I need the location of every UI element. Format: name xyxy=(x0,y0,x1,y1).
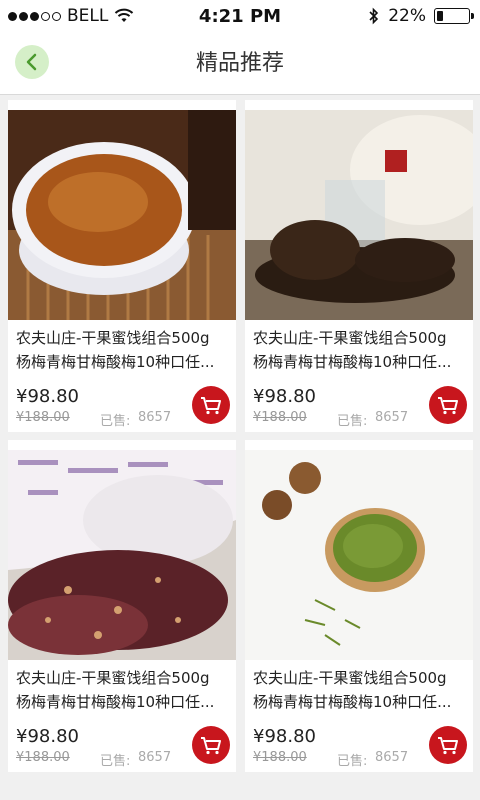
product-card[interactable]: 农夫山庄-干果蜜饯组合500g 杨梅青梅甘梅酸梅10种口任... ¥98.80 … xyxy=(8,440,236,772)
page-title: 精品推荐 xyxy=(195,51,284,76)
product-title-line: 农夫山庄-干果蜜饯组合500g xyxy=(253,669,447,687)
product-price: ¥98.80 xyxy=(16,726,79,747)
product-title-line: 农夫山庄-干果蜜饯组合500g xyxy=(16,669,210,687)
product-title[interactable]: 农夫山庄-干果蜜饯组合500g 杨梅青梅甘梅酸梅10种口任... xyxy=(253,326,471,374)
product-card[interactable]: 农夫山庄-干果蜜饯组合500g 杨梅青梅甘梅酸梅10种口任... ¥98.80 … xyxy=(245,440,473,772)
sold-count: 8657 xyxy=(138,410,172,425)
product-image-fruit-tea[interactable] xyxy=(8,450,236,660)
product-title[interactable]: 农夫山庄-干果蜜饯组合500g 杨梅青梅甘梅酸梅10种口任... xyxy=(253,666,471,714)
add-to-cart-button[interactable] xyxy=(192,726,230,764)
sold-label: 已售: xyxy=(100,754,131,769)
cart-icon xyxy=(201,737,221,755)
add-to-cart-button[interactable] xyxy=(429,386,467,424)
cart-icon xyxy=(201,397,221,415)
sold-count: 8657 xyxy=(375,750,409,765)
product-original-price: ¥188.00 xyxy=(16,410,70,425)
battery-icon xyxy=(434,8,474,24)
product-title-line: 杨梅青梅甘梅酸梅10种口任... xyxy=(253,693,452,711)
battery-percent: 22% xyxy=(388,6,426,26)
product-title-line: 农夫山庄-干果蜜饯组合500g xyxy=(16,329,210,347)
product-card[interactable]: 农夫山庄-干果蜜饯组合500g 杨梅青梅甘梅酸梅10种口任... ¥98.80 … xyxy=(8,100,236,432)
status-bar: BELL 4:21 PM 22% xyxy=(0,0,480,34)
product-title-line: 杨梅青梅甘梅酸梅10种口任... xyxy=(16,353,215,371)
product-original-price: ¥188.00 xyxy=(16,750,70,765)
product-title-line: 杨梅青梅甘梅酸梅10种口任... xyxy=(16,693,215,711)
sold-label: 已售: xyxy=(337,754,368,769)
product-original-price: ¥188.00 xyxy=(253,410,307,425)
bluetooth-icon xyxy=(369,7,379,25)
sold-count: 8657 xyxy=(138,750,172,765)
status-right: 22% xyxy=(368,6,474,26)
add-to-cart-button[interactable] xyxy=(192,386,230,424)
sold-label: 已售: xyxy=(337,414,368,429)
sold-count: 8657 xyxy=(375,410,409,425)
chevron-left-icon xyxy=(26,53,37,71)
product-title[interactable]: 农夫山庄-干果蜜饯组合500g 杨梅青梅甘梅酸梅10种口任... xyxy=(16,326,234,374)
product-title-line: 杨梅青梅甘梅酸梅10种口任... xyxy=(253,353,452,371)
back-button[interactable] xyxy=(15,45,49,79)
product-original-price: ¥188.00 xyxy=(253,750,307,765)
product-price: ¥98.80 xyxy=(16,386,79,407)
product-card[interactable]: 农夫山庄-干果蜜饯组合500g 杨梅青梅甘梅酸梅10种口任... ¥98.80 … xyxy=(245,100,473,432)
add-to-cart-button[interactable] xyxy=(429,726,467,764)
cart-icon xyxy=(438,397,458,415)
product-title[interactable]: 农夫山庄-干果蜜饯组合500g 杨梅青梅甘梅酸梅10种口任... xyxy=(16,666,234,714)
product-image-green-tea[interactable] xyxy=(245,450,473,660)
cart-icon xyxy=(438,737,458,755)
product-image-tea-cup[interactable] xyxy=(8,110,236,320)
nav-bar: 精品推荐 xyxy=(0,34,480,95)
battery-fill xyxy=(437,11,444,21)
product-price: ¥98.80 xyxy=(253,726,316,747)
product-title-line: 农夫山庄-干果蜜饯组合500g xyxy=(253,329,447,347)
product-price: ¥98.80 xyxy=(253,386,316,407)
sold-label: 已售: xyxy=(100,414,131,429)
product-image-loose-tea[interactable] xyxy=(245,110,473,320)
